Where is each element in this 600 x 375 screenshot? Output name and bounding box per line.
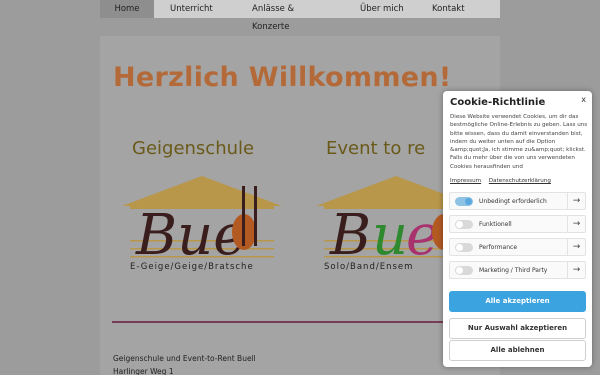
cookie-option-performance[interactable]: Performance →	[449, 238, 586, 256]
arrow-right-icon[interactable]: →	[567, 262, 585, 278]
arrow-right-icon[interactable]: →	[567, 216, 585, 232]
svg-text:B: B	[329, 203, 371, 268]
address-line: Geigenschule und Event-to-Rent Buell	[113, 354, 256, 363]
logo-subtitle: Solo/Band/Ensem	[324, 262, 414, 272]
logo-title: Event to re	[326, 138, 426, 159]
welcome-heading: Herzlich Willkommen!	[113, 62, 452, 93]
violin-logo-graphic: Bue	[122, 176, 282, 268]
option-label: Performance	[479, 244, 518, 251]
logo-title: Geigenschule	[132, 138, 255, 159]
cookie-dialog: Cookie-Richtlinie x Diese Website verwen…	[443, 91, 592, 367]
nav-home[interactable]: Home	[100, 0, 154, 18]
nav-kontakt[interactable]: Kontakt	[424, 0, 500, 18]
impressum-link[interactable]: Impressum	[450, 178, 481, 184]
option-label: Funktionell	[479, 221, 512, 228]
close-icon[interactable]: x	[581, 95, 586, 104]
logo-subtitle: E-Geige/Geige/Bratsche	[130, 262, 254, 272]
address-line: Harlinger Weg 1	[113, 367, 174, 375]
page-content: Herzlich Willkommen! Geigenschule Bue E-…	[100, 36, 500, 375]
arrow-right-icon[interactable]: →	[567, 193, 585, 209]
option-label: Marketing / Third Party	[479, 267, 548, 274]
cookie-title: Cookie-Richtlinie	[450, 97, 546, 108]
toggle-switch[interactable]	[455, 197, 473, 206]
toggle-switch[interactable]	[455, 220, 473, 229]
section-divider	[112, 321, 500, 323]
cookie-links: Impressum Datenschutzerklärung	[450, 178, 557, 184]
top-navigation: Home Unterricht Anlässe & Konzerte Über …	[100, 0, 500, 32]
toggle-switch[interactable]	[455, 243, 473, 252]
nav-ueber-mich[interactable]: Über mich	[348, 0, 424, 18]
cookie-option-required[interactable]: Unbedingt erforderlich →	[449, 192, 586, 210]
nav-anlaesse-konzerte[interactable]: Anlässe & Konzerte	[238, 0, 348, 32]
arrow-right-icon[interactable]: →	[567, 239, 585, 255]
geigenschule-logo: Geigenschule Bue E-Geige/Geige/Bratsche	[122, 136, 282, 276]
toggle-switch[interactable]	[455, 266, 473, 275]
accept-selection-button[interactable]: Nur Auswahl akzeptieren	[449, 318, 586, 339]
cookie-option-marketing[interactable]: Marketing / Third Party →	[449, 261, 586, 279]
option-label: Unbedingt erforderlich	[479, 198, 547, 205]
cookie-option-functional[interactable]: Funktionell →	[449, 215, 586, 233]
privacy-link[interactable]: Datenschutzerklärung	[489, 178, 551, 184]
svg-text:u: u	[372, 203, 408, 268]
reject-all-button[interactable]: Alle ablehnen	[449, 340, 586, 361]
address-block: Geigenschule und Event-to-Rent Buell Har…	[113, 352, 256, 375]
nav-unterricht[interactable]: Unterricht	[154, 0, 238, 18]
accept-all-button[interactable]: Alle akzeptieren	[449, 291, 586, 312]
svg-text:Bue: Bue	[135, 203, 246, 268]
cookie-description: Diese Website verwendet Cookies, um dir …	[450, 114, 588, 170]
